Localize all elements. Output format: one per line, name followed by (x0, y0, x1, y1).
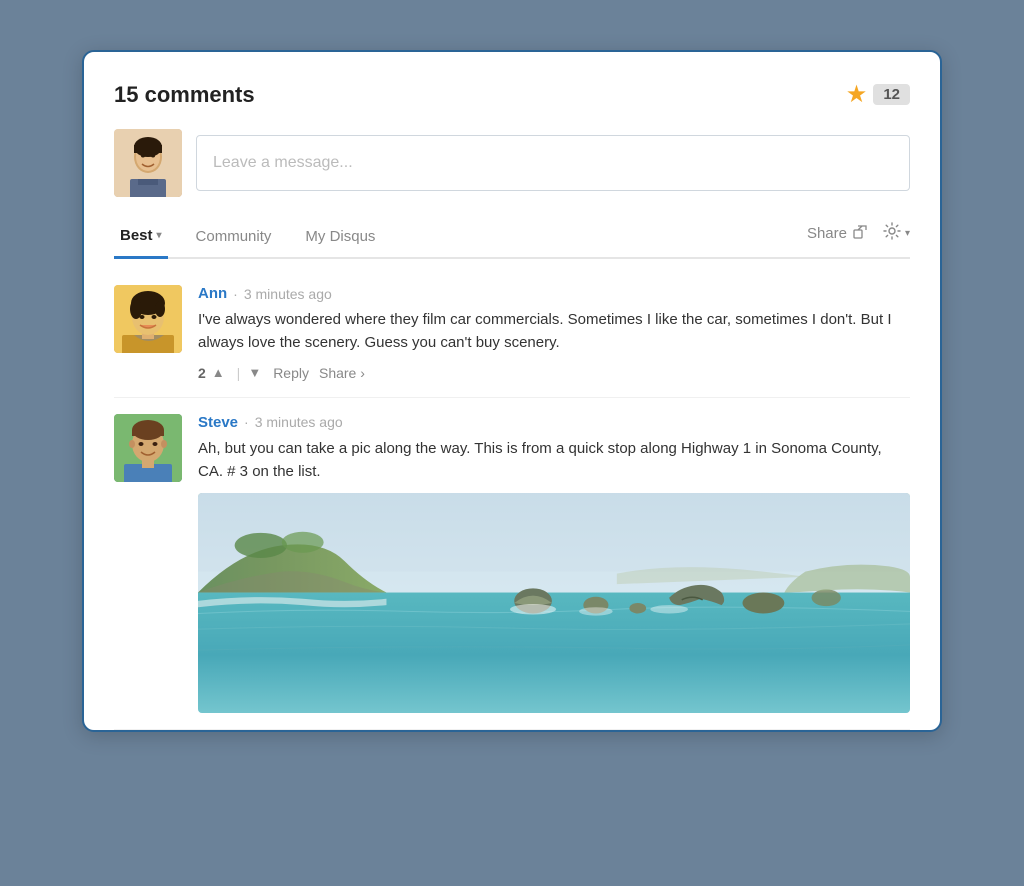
comment-time: 3 minutes ago (244, 286, 332, 302)
steve-avatar (114, 414, 182, 482)
gear-chevron-icon: ▾ (905, 228, 910, 239)
comment-actions: 2 ▲ | ▼ Reply Share › (198, 365, 910, 381)
share-icon (853, 225, 867, 242)
star-count: 12 (873, 84, 910, 105)
upvote-button[interactable]: ▲ (212, 365, 225, 380)
vote-divider: | (237, 365, 241, 381)
reply-button[interactable]: Reply (273, 365, 309, 381)
comment-meta: Ann · 3 minutes ago (198, 285, 910, 302)
user-avatar (114, 129, 182, 197)
gear-icon (883, 222, 901, 244)
comment-meta: Steve · 3 minutes ago (198, 414, 910, 431)
downvote-button[interactable]: ▼ (248, 365, 261, 380)
comment-author: Ann (198, 285, 227, 302)
tabs-row: Best ▾ Community My Disqus Share (114, 219, 910, 259)
comments-list: Ann · 3 minutes ago I've always wondered… (114, 259, 910, 730)
comment-item: Ann · 3 minutes ago I've always wondered… (114, 269, 910, 398)
tab-best[interactable]: Best ▾ (114, 219, 168, 259)
comment-time: 3 minutes ago (255, 414, 343, 430)
comment-body: Steve · 3 minutes ago Ah, but you can ta… (198, 414, 910, 714)
gear-button[interactable]: ▾ (883, 222, 910, 244)
comments-title: 15 comments (114, 82, 255, 108)
vote-count: 2 (198, 365, 206, 381)
header-row: 15 comments ★ 12 (114, 80, 910, 109)
star-icon[interactable]: ★ (846, 80, 868, 109)
chevron-down-icon: ▾ (157, 230, 162, 241)
ann-avatar (114, 285, 182, 353)
compose-row (114, 129, 910, 197)
tab-actions: Share ▾ (807, 222, 910, 254)
comment-item: Steve · 3 minutes ago Ah, but you can ta… (114, 398, 910, 731)
share-button[interactable]: Share (807, 225, 867, 242)
tab-community[interactable]: Community (190, 220, 278, 257)
comment-author: Steve (198, 414, 238, 431)
tab-mydisqus[interactable]: My Disqus (299, 220, 381, 257)
star-badge: ★ 12 (846, 80, 910, 109)
comment-text: I've always wondered where they film car… (198, 308, 910, 355)
comment-share-button[interactable]: Share › (319, 365, 365, 381)
comments-card: 15 comments ★ 12 (82, 50, 942, 732)
comment-text: Ah, but you can take a pic along the way… (198, 437, 910, 484)
comment-body: Ann · 3 minutes ago I've always wondered… (198, 285, 910, 381)
compose-input[interactable] (196, 135, 910, 191)
comment-image (198, 493, 910, 713)
